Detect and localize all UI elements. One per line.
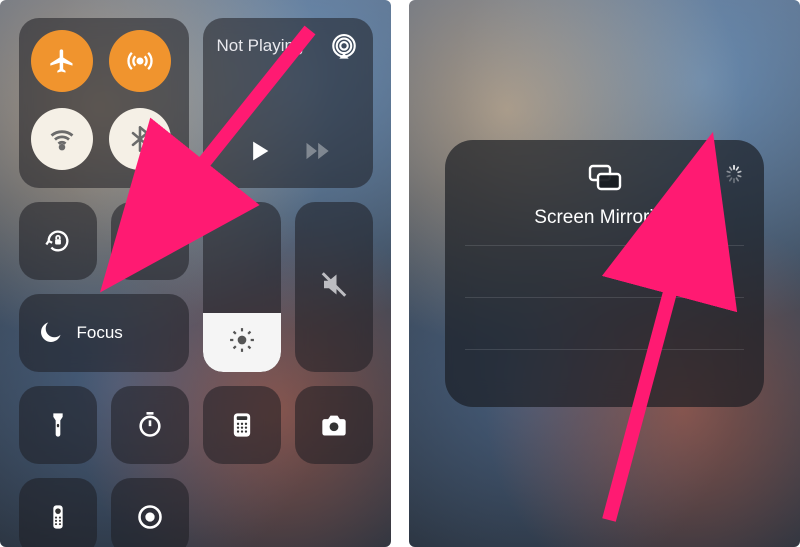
timer-icon bbox=[135, 410, 165, 440]
focus-label: Focus bbox=[77, 323, 123, 343]
rotation-lock-icon bbox=[43, 226, 73, 256]
control-center-panel: Not Playing bbox=[0, 0, 391, 547]
wifi-icon bbox=[47, 124, 77, 154]
flashlight-icon bbox=[43, 410, 73, 440]
orientation-lock-button[interactable] bbox=[19, 202, 97, 280]
connectivity-tile[interactable] bbox=[19, 18, 189, 188]
bluetooth-icon bbox=[125, 124, 155, 154]
cellular-toggle[interactable] bbox=[109, 30, 171, 92]
device-row-placeholder[interactable] bbox=[465, 297, 744, 349]
flashlight-button[interactable] bbox=[19, 386, 97, 464]
remote-icon bbox=[43, 502, 73, 532]
apple-tv-remote-button[interactable] bbox=[19, 478, 97, 547]
play-icon[interactable] bbox=[244, 136, 274, 166]
timer-button[interactable] bbox=[111, 386, 189, 464]
calculator-button[interactable] bbox=[203, 386, 281, 464]
volume-slider[interactable] bbox=[295, 202, 373, 372]
screen-record-button[interactable] bbox=[111, 478, 189, 547]
loading-spinner-icon bbox=[724, 164, 744, 189]
mute-icon bbox=[319, 270, 349, 305]
media-status-label: Not Playing bbox=[217, 36, 304, 56]
screen-mirroring-sheet[interactable]: Screen Mirroring bbox=[445, 140, 764, 407]
screen-mirroring-panel: Screen Mirroring bbox=[409, 0, 800, 547]
screen-mirroring-title: Screen Mirroring bbox=[534, 207, 674, 229]
wifi-toggle[interactable] bbox=[31, 108, 93, 170]
focus-button[interactable]: Focus bbox=[19, 294, 189, 372]
bluetooth-toggle[interactable] bbox=[109, 108, 171, 170]
device-row-placeholder[interactable] bbox=[465, 245, 744, 297]
camera-icon bbox=[319, 410, 349, 440]
screen-mirroring-icon bbox=[135, 226, 165, 256]
airplane-mode-toggle[interactable] bbox=[31, 30, 93, 92]
calculator-icon bbox=[227, 410, 257, 440]
screen-mirroring-button[interactable] bbox=[111, 202, 189, 280]
forward-icon[interactable] bbox=[302, 136, 332, 166]
airplay-audio-icon[interactable] bbox=[329, 32, 359, 62]
airplane-icon bbox=[47, 46, 77, 76]
screen-mirroring-icon bbox=[588, 164, 622, 197]
device-row-placeholder[interactable] bbox=[465, 349, 744, 401]
brightness-icon bbox=[229, 327, 255, 358]
cellular-icon bbox=[125, 46, 155, 76]
record-icon bbox=[135, 502, 165, 532]
media-tile[interactable]: Not Playing bbox=[203, 18, 373, 188]
camera-button[interactable] bbox=[295, 386, 373, 464]
brightness-slider[interactable] bbox=[203, 202, 281, 372]
moon-icon bbox=[35, 318, 65, 348]
